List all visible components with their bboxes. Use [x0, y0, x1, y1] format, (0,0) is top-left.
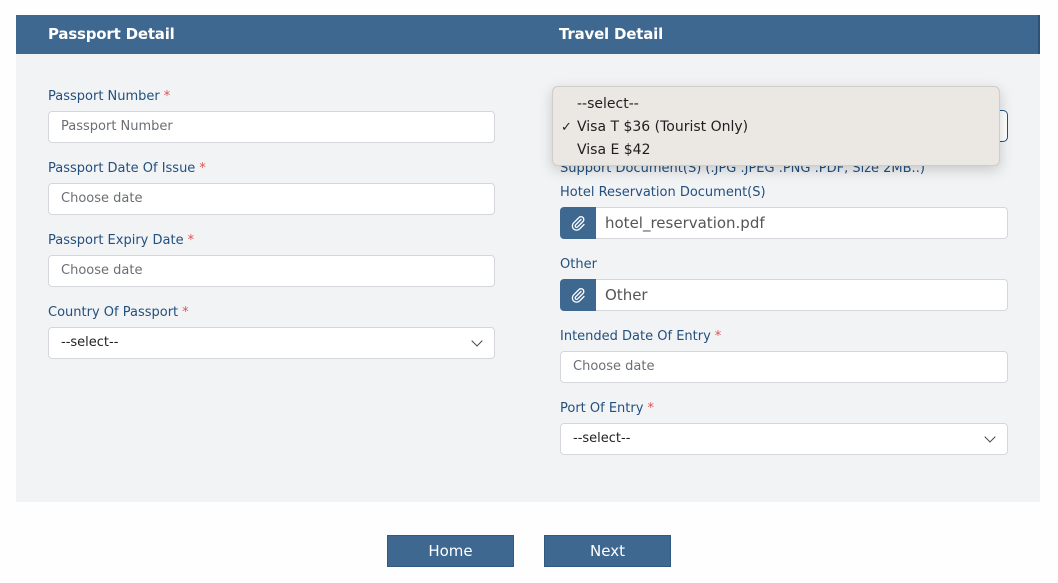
- port-of-entry-label: Port Of Entry *: [560, 401, 654, 416]
- required-marker: *: [182, 305, 189, 320]
- section-header-bar: Passport Detail Travel Detail: [16, 15, 1040, 54]
- label-text: Passport Date Of Issue: [48, 161, 196, 176]
- required-marker: *: [199, 161, 206, 176]
- other-document-upload[interactable]: Other: [560, 279, 1008, 311]
- port-of-entry-select[interactable]: --select--: [560, 423, 1008, 455]
- hotel-reservation-label: Hotel Reservation Document(S): [560, 185, 766, 200]
- select-value: --select--: [61, 335, 119, 350]
- required-marker: *: [647, 401, 654, 416]
- required-marker: *: [163, 89, 171, 104]
- label-text: Port Of Entry: [560, 401, 644, 416]
- option-label: Visa T $36 (Tourist Only): [577, 119, 749, 135]
- intended-entry-date-label: Intended Date Of Entry *: [560, 329, 721, 344]
- label-text: Country Of Passport: [48, 305, 179, 320]
- option-label: Visa E $42: [577, 142, 651, 158]
- next-button[interactable]: Next: [544, 535, 671, 567]
- passport-expiry-date-input[interactable]: Choose date: [48, 255, 495, 287]
- required-marker: *: [714, 329, 722, 344]
- intended-entry-date-input[interactable]: Choose date: [560, 351, 1008, 383]
- other-document-filename[interactable]: Other: [596, 279, 1008, 311]
- chevron-down-icon: [471, 335, 483, 347]
- select-value: --select--: [573, 431, 631, 446]
- passport-detail-title: Passport Detail: [48, 25, 175, 43]
- option-label: --select--: [577, 96, 639, 112]
- dropdown-option-visa-e[interactable]: Visa E $42: [553, 139, 999, 162]
- hotel-reservation-upload[interactable]: hotel_reservation.pdf: [560, 207, 1008, 239]
- country-of-passport-label: Country Of Passport *: [48, 305, 189, 320]
- passport-expiry-date-label: Passport Expiry Date *: [48, 233, 194, 248]
- dropdown-option-select[interactable]: --select--: [553, 93, 999, 116]
- home-button[interactable]: Home: [387, 535, 514, 567]
- chevron-down-icon: [984, 431, 996, 443]
- hotel-reservation-filename[interactable]: hotel_reservation.pdf: [596, 207, 1008, 239]
- passport-issue-date-input[interactable]: Choose date: [48, 183, 495, 215]
- label-text: Passport Number: [48, 89, 160, 104]
- checkmark-icon: ✓: [561, 120, 572, 135]
- passport-number-label: Passport Number *: [48, 89, 170, 104]
- visa-type-dropdown-menu: --select-- ✓ Visa T $36 (Tourist Only) V…: [552, 86, 1000, 166]
- dropdown-option-visa-t[interactable]: ✓ Visa T $36 (Tourist Only): [553, 116, 999, 139]
- required-marker: *: [187, 233, 195, 248]
- label-text: Passport Expiry Date: [48, 233, 184, 248]
- country-of-passport-select[interactable]: --select--: [48, 327, 495, 359]
- paperclip-icon[interactable]: [560, 279, 596, 311]
- passport-issue-date-label: Passport Date Of Issue *: [48, 161, 206, 176]
- other-document-label: Other: [560, 257, 597, 272]
- paperclip-icon[interactable]: [560, 207, 596, 239]
- label-text: Intended Date Of Entry: [560, 329, 711, 344]
- travel-detail-title: Travel Detail: [559, 25, 664, 43]
- passport-number-input[interactable]: Passport Number: [48, 111, 495, 143]
